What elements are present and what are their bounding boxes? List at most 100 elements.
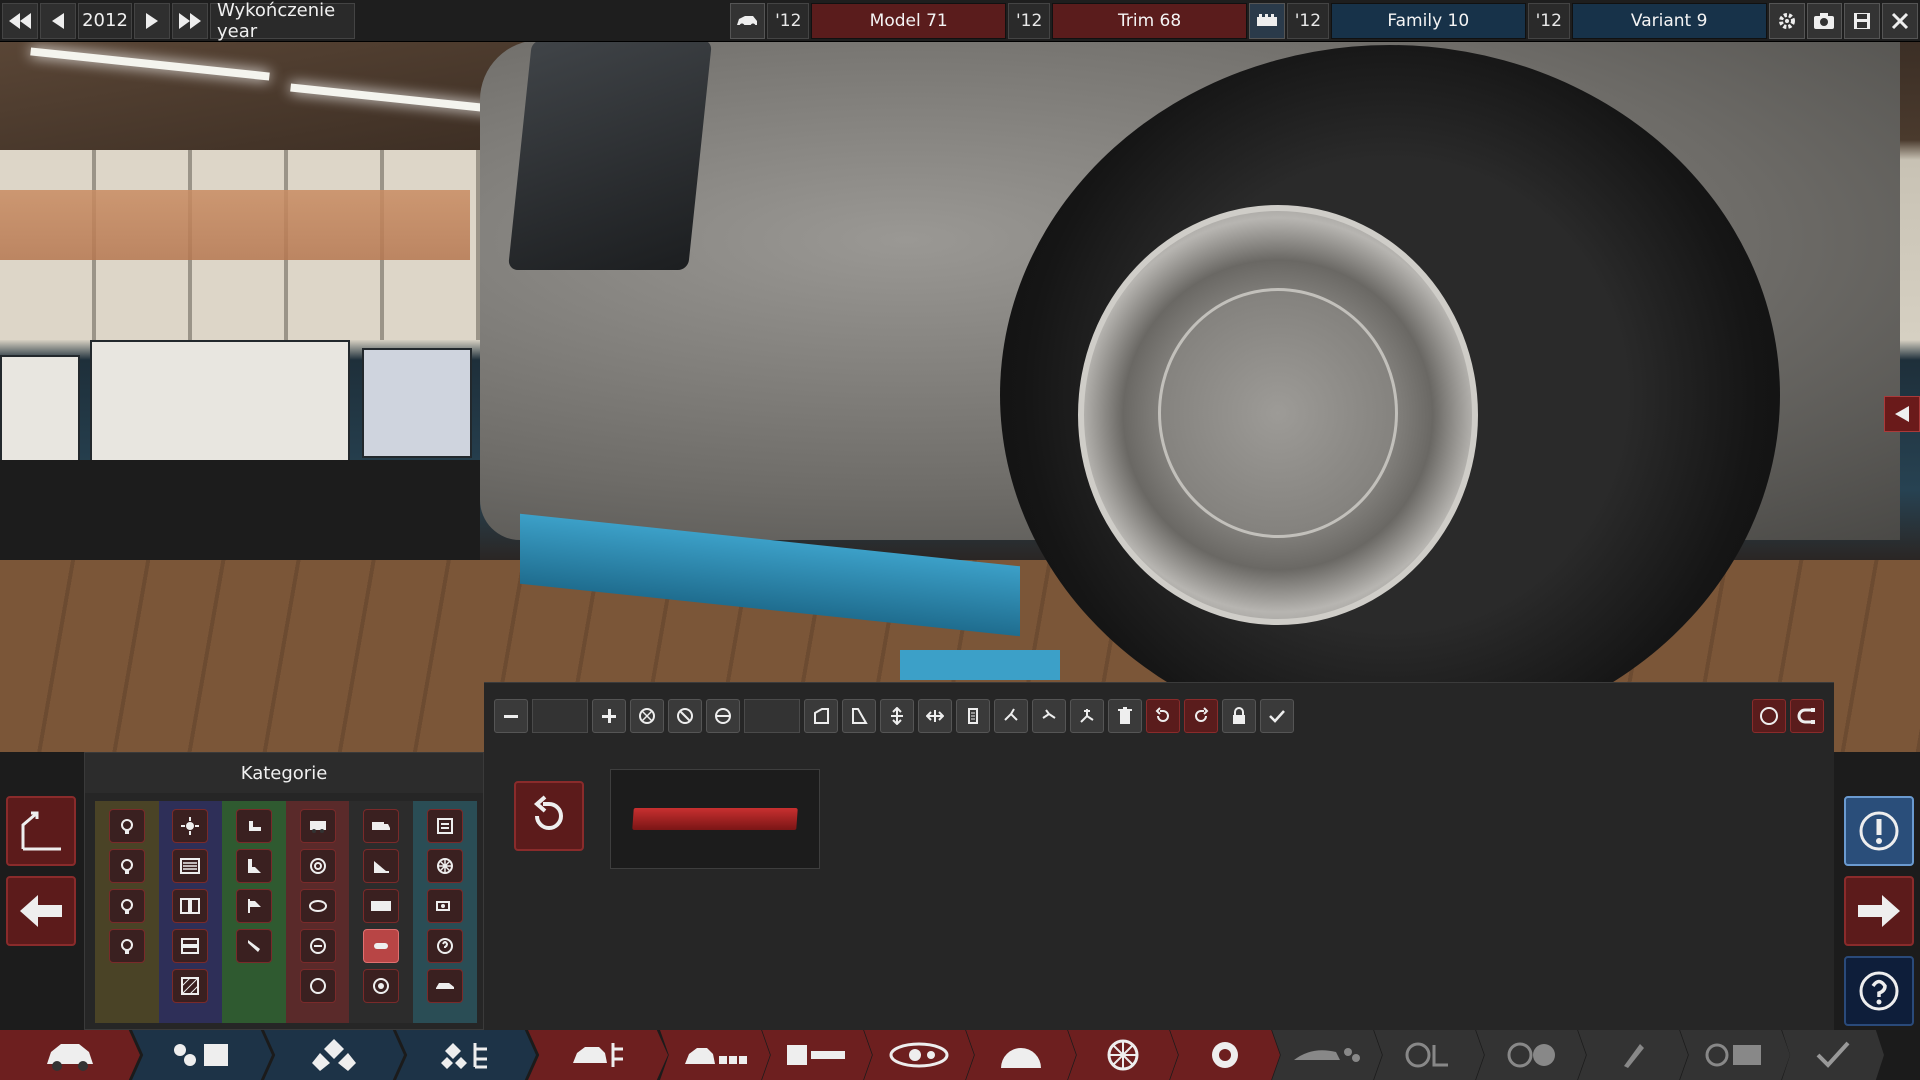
left-tool-panel <box>0 752 84 1030</box>
rewind-icon[interactable] <box>2 2 38 39</box>
move-vertical-icon[interactable] <box>880 699 914 733</box>
car-side-icon[interactable] <box>426 969 463 1003</box>
camera-icon[interactable] <box>1806 2 1843 39</box>
nav-aero-icon[interactable] <box>1272 1030 1382 1080</box>
skew-icon[interactable] <box>804 699 838 733</box>
taper-icon[interactable] <box>842 699 876 733</box>
year-label: Wykończenie year <box>210 0 356 42</box>
grille-icon[interactable] <box>172 849 209 883</box>
flag-trim-icon[interactable] <box>235 889 272 923</box>
circle-select-icon[interactable] <box>1752 699 1786 733</box>
nav-paint-icon[interactable] <box>1578 1030 1688 1080</box>
redo-icon[interactable] <box>1184 699 1218 733</box>
light-bulb-icon[interactable] <box>108 849 145 883</box>
fixture-placement-button[interactable] <box>6 796 76 866</box>
depth-icon[interactable] <box>956 699 990 733</box>
back-arrow-button[interactable] <box>6 876 76 946</box>
workbench <box>0 460 480 570</box>
mirror-x-icon[interactable] <box>630 699 664 733</box>
nav-testing-icon[interactable] <box>1680 1030 1790 1080</box>
magnet-icon[interactable] <box>1790 699 1824 733</box>
minus-icon[interactable] <box>494 699 528 733</box>
warning-button[interactable] <box>1844 796 1914 866</box>
close-icon[interactable] <box>1882 2 1919 39</box>
pillar-icon[interactable] <box>235 849 272 883</box>
year-value: 2012 <box>78 2 132 39</box>
nav-interior-icon[interactable] <box>660 1030 770 1080</box>
nav-car-model-icon[interactable] <box>0 1030 140 1080</box>
help-button[interactable] <box>1844 956 1914 1026</box>
license-plate-icon[interactable] <box>363 889 400 923</box>
fixture-preview[interactable] <box>610 769 820 869</box>
oval-badge-icon[interactable] <box>299 889 336 923</box>
family-selector[interactable]: Family 10 <box>1330 2 1526 39</box>
rotate-x-icon[interactable] <box>994 699 1028 733</box>
undo-icon[interactable] <box>1146 699 1180 733</box>
light-bulb-icon[interactable] <box>108 809 145 843</box>
panel-icon[interactable] <box>426 809 463 843</box>
sun-icon[interactable] <box>172 809 209 843</box>
trash-icon[interactable] <box>1108 699 1142 733</box>
nav-drivetrain-icon[interactable] <box>864 1030 974 1080</box>
nav-chassis-icon[interactable] <box>132 1030 272 1080</box>
nav-brakes-icon[interactable] <box>966 1030 1076 1080</box>
rotate-z-icon[interactable] <box>1070 699 1104 733</box>
nav-tires-icon[interactable] <box>1170 1030 1280 1080</box>
angle-input[interactable] <box>744 699 800 733</box>
next-year-button[interactable] <box>134 2 170 39</box>
target-icon[interactable] <box>363 969 400 1003</box>
wheel-badge-icon[interactable] <box>299 849 336 883</box>
wall-wood-stripe <box>0 190 470 260</box>
engine-family-icon[interactable] <box>1249 2 1285 39</box>
car-model-icon[interactable] <box>729 2 766 39</box>
mirror-y-icon[interactable] <box>706 699 740 733</box>
nav-engine-icon[interactable] <box>264 1030 404 1080</box>
wheel-icon[interactable] <box>426 849 463 883</box>
nav-wheels-icon[interactable] <box>1068 1030 1178 1080</box>
gear-icon[interactable] <box>1768 2 1805 39</box>
save-icon[interactable] <box>1844 2 1881 39</box>
nav-engine-family-icon[interactable] <box>396 1030 536 1080</box>
category-column-grilles <box>158 801 223 1023</box>
model-selector[interactable]: Model 71 <box>811 2 1007 39</box>
speaker-icon[interactable] <box>426 889 463 923</box>
book-icon[interactable] <box>172 889 209 923</box>
mirror-none-icon[interactable] <box>668 699 702 733</box>
wall-poster <box>362 348 472 458</box>
exhaust-icon[interactable] <box>363 849 400 883</box>
light-bulb-icon[interactable] <box>108 929 145 963</box>
reset-rotation-button[interactable] <box>514 781 584 851</box>
rotate-y-icon[interactable] <box>1032 699 1066 733</box>
circle-icon[interactable] <box>299 969 336 1003</box>
check-icon[interactable] <box>1260 699 1294 733</box>
nav-finish-check-icon[interactable] <box>1782 1030 1884 1080</box>
scale-input[interactable] <box>532 699 588 733</box>
fast-forward-icon[interactable] <box>172 2 208 39</box>
car-badge-icon[interactable] <box>299 929 336 963</box>
categories-panel: Kategorie <box>84 752 484 1030</box>
trim-selector[interactable]: Trim 68 <box>1052 2 1248 39</box>
help-icon[interactable] <box>426 929 463 963</box>
family-year: '12 <box>1286 2 1329 39</box>
van-icon[interactable] <box>299 809 336 843</box>
wheel-hub-cap <box>1158 288 1398 538</box>
nav-suspension-icon[interactable] <box>762 1030 872 1080</box>
bumper-icon[interactable] <box>172 929 209 963</box>
categories-title: Kategorie <box>85 753 483 793</box>
move-horizontal-icon[interactable] <box>918 699 952 733</box>
variant-selector[interactable]: Variant 9 <box>1571 2 1767 39</box>
next-arrow-button[interactable] <box>1844 876 1914 946</box>
truck-icon[interactable] <box>363 809 400 843</box>
texture-icon[interactable] <box>172 969 209 1003</box>
nav-fixtures-icon[interactable] <box>528 1030 668 1080</box>
nav-safety-icon[interactable] <box>1476 1030 1586 1080</box>
plus-icon[interactable] <box>592 699 626 733</box>
nav-steering-icon[interactable] <box>1374 1030 1484 1080</box>
lock-icon[interactable] <box>1222 699 1256 733</box>
selected-fixture-category[interactable] <box>363 929 400 963</box>
light-bulb-icon[interactable] <box>108 889 145 923</box>
expand-panel-button[interactable] <box>1884 396 1920 432</box>
mirror-icon[interactable] <box>235 929 272 963</box>
previous-year-button[interactable] <box>40 2 76 39</box>
side-trim-icon[interactable] <box>235 809 272 843</box>
